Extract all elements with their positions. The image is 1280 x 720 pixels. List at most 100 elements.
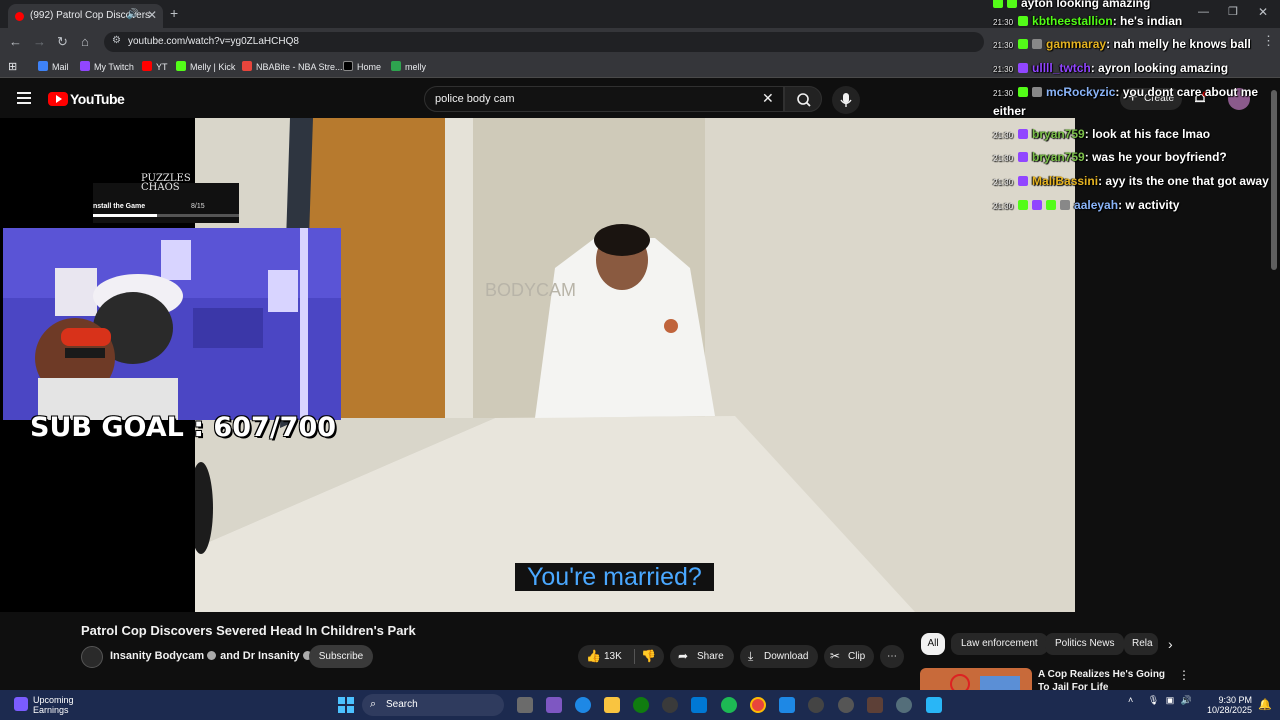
copilot-icon[interactable] — [546, 697, 562, 713]
kick-badge-icon — [1018, 87, 1029, 97]
edge-icon[interactable] — [575, 697, 591, 713]
download-button[interactable]: ⤓ Download — [740, 645, 818, 668]
bookmark-my-twitch[interactable]: My Twitch — [80, 61, 134, 72]
recommendation-menu-icon[interactable]: ⋮ — [1178, 668, 1190, 682]
chat-username[interactable]: ullll_twtch — [1032, 61, 1091, 75]
hamburger-menu-icon[interactable] — [17, 92, 31, 104]
chip-law-enforcement[interactable]: Law enforcement — [951, 633, 1048, 655]
video-title: Patrol Cop Discovers Severed Head In Chi… — [81, 623, 416, 638]
chat-username[interactable]: bryan759 — [1032, 150, 1085, 164]
download-icon: ⤓ — [748, 649, 754, 663]
chat-username[interactable]: aaleyah — [1074, 198, 1118, 212]
tray-overflow-icon[interactable]: ˄ — [1128, 695, 1133, 705]
x-icon — [343, 61, 353, 71]
chat-username[interactable]: MaliBassini — [1032, 174, 1098, 188]
chat-username[interactable]: mcRockyzic — [1046, 85, 1115, 99]
chat-text: : nah melly he knows ball — [1106, 37, 1251, 51]
youtube-logo-icon[interactable] — [48, 92, 68, 106]
mic-tray-icon[interactable]: 🎙 — [1148, 695, 1159, 705]
system-tray[interactable]: ˄ 🎙 ▣ 🔊 — [1128, 695, 1192, 706]
video-subtitle: You're married? — [515, 563, 714, 591]
recommendation-thumbnail[interactable] — [920, 668, 1032, 690]
more-actions-button[interactable]: ⋯ — [880, 645, 904, 668]
media-player-icon[interactable] — [808, 697, 824, 713]
chat-username[interactable]: bryan759 — [1032, 127, 1085, 141]
voice-search-button[interactable] — [832, 86, 860, 114]
kick-badge-icon — [1018, 200, 1029, 210]
clear-search-icon[interactable]: ✕ — [762, 90, 774, 107]
like-icon[interactable]: 👍 — [586, 645, 601, 668]
thumbnail-circle — [950, 674, 970, 690]
bookmark-nbabite[interactable]: NBABite - NBA Stre... — [242, 61, 343, 72]
pinned-app-icon[interactable] — [926, 697, 942, 713]
obs-icon[interactable] — [867, 697, 883, 713]
site-info-icon[interactable]: ⚙ — [112, 35, 121, 46]
home-icon[interactable]: ⌂ — [81, 34, 89, 49]
youtube-logo-text[interactable]: YouTube — [70, 91, 125, 107]
microphone-icon — [840, 93, 852, 107]
subscribe-button[interactable]: Subscribe — [309, 645, 373, 668]
speaker-icon[interactable]: 🔊 — [127, 9, 139, 20]
file-explorer-icon[interactable] — [604, 697, 620, 713]
new-tab-icon[interactable]: + — [170, 5, 178, 21]
video-watermark: BODYCAM — [485, 280, 576, 300]
chat-username[interactable]: gammaray — [1046, 37, 1106, 51]
like-count[interactable]: 13K — [604, 645, 622, 668]
chat-text: ayton looking amazing — [1021, 0, 1151, 10]
apps-icon[interactable]: ⊞ — [8, 60, 17, 73]
channel-collab[interactable]: and Dr Insanity — [220, 650, 299, 662]
dislike-icon[interactable]: 👎 — [641, 645, 656, 668]
clip-button[interactable]: ✂ Clip — [824, 645, 874, 668]
chip-related[interactable]: Rela — [1124, 633, 1158, 655]
back-icon[interactable]: ← — [9, 34, 22, 49]
channel-avatar[interactable] — [81, 646, 103, 668]
settings-icon[interactable] — [896, 697, 912, 713]
bookmark-home[interactable]: Home — [343, 61, 381, 72]
chat-timestamp: 21:30 — [993, 18, 1014, 27]
notification-icon[interactable]: 🔔 — [1258, 698, 1272, 711]
photos-icon[interactable] — [779, 697, 795, 713]
chat-timestamp: 21:30 — [993, 89, 1014, 98]
recommendation-title[interactable]: A Cop Realizes He's Going To Jail For Li… — [1038, 668, 1168, 690]
browser-tab[interactable]: (992) Patrol Cop Discovers 🔊 ✕ — [8, 4, 163, 28]
bookmark-melly[interactable]: melly — [391, 61, 426, 72]
chat-message: 21:30 MaliBassini: ayy its the one that g… — [993, 174, 1269, 188]
task-view-icon[interactable] — [517, 697, 533, 713]
windows-start-icon[interactable] — [338, 697, 354, 713]
melly-icon — [391, 61, 401, 71]
volume-icon[interactable]: 🔊 — [1181, 695, 1192, 705]
forward-icon[interactable]: → — [33, 34, 46, 49]
share-button[interactable]: ➦ Share — [670, 645, 734, 668]
gray-badge-icon — [1032, 87, 1043, 97]
chat-text: : ayy its the one that got away — [1098, 174, 1269, 188]
chat-timestamp: 21:30 — [993, 65, 1014, 74]
url-input[interactable]: ⚙ youtube.com/watch?v=yg0ZLaHCHQ8 — [104, 32, 984, 52]
chat-username[interactable]: kbtheestallion — [1032, 14, 1113, 28]
bookmark-yt[interactable]: YT — [142, 61, 168, 72]
steam-icon[interactable] — [662, 697, 678, 713]
chips-next-icon[interactable]: › — [1168, 636, 1173, 652]
chip-politics-news[interactable]: Politics News — [1045, 633, 1125, 655]
widgets-button[interactable]: Upcoming Earnings — [14, 695, 74, 715]
search-input[interactable]: police body cam — [424, 86, 784, 112]
taskbar-search-box[interactable]: ⌕ Search — [362, 694, 504, 716]
chrome-icon[interactable] — [750, 697, 766, 713]
clock[interactable]: 9:30 PM 10/28/2025 — [1207, 695, 1252, 715]
game-card-text: nstall the Game — [93, 203, 146, 210]
bookmark-mail[interactable]: Mail — [38, 61, 69, 72]
store-icon[interactable] — [691, 697, 707, 713]
app-icon[interactable] — [838, 697, 854, 713]
spotify-icon[interactable] — [721, 697, 737, 713]
channel-name[interactable]: Insanity Bodycam and Dr Insanity — [110, 650, 316, 662]
bookmark-melly-kick[interactable]: Melly | Kick — [176, 61, 235, 72]
thumbnail-figure — [980, 676, 1020, 690]
gray-badge-icon — [1060, 200, 1071, 210]
search-button[interactable] — [784, 86, 822, 112]
chat-timestamp: 21:30 — [993, 131, 1014, 140]
channel-name-primary[interactable]: Insanity Bodycam — [110, 650, 204, 662]
close-tab-icon[interactable]: ✕ — [147, 8, 157, 22]
xbox-icon[interactable] — [633, 697, 649, 713]
chip-all[interactable]: All — [921, 633, 945, 655]
network-icon[interactable]: ▣ — [1166, 695, 1175, 705]
reload-icon[interactable]: ↻ — [57, 34, 68, 50]
